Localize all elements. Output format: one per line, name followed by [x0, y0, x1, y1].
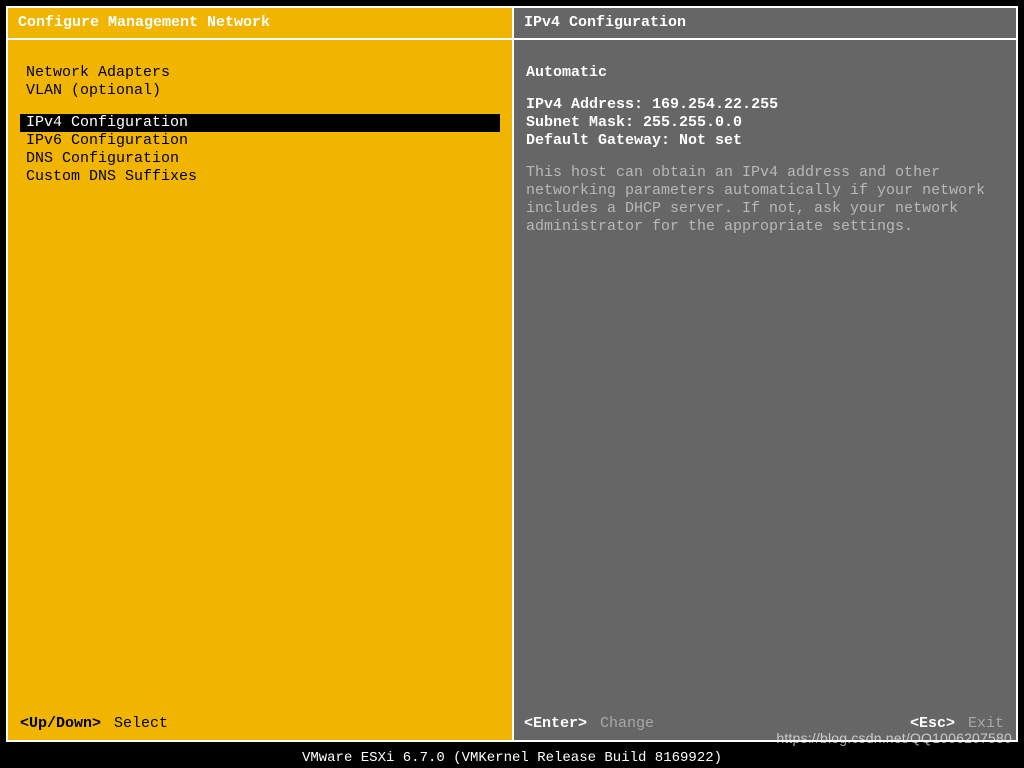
hint-action-select: Select	[114, 715, 168, 732]
ipv4-help-text: This host can obtain an IPv4 address and…	[526, 164, 996, 236]
left-title: Configure Management Network	[8, 8, 512, 40]
hint-action-exit: Exit	[968, 715, 1004, 732]
ipv4-address-row: IPv4 Address: 169.254.22.255	[526, 96, 1004, 114]
right-hint-row: <Enter> Change <Esc> Exit	[524, 715, 1004, 732]
right-body: Automatic IPv4 Address: 169.254.22.255 S…	[514, 40, 1016, 740]
hint-esc: <Esc> Exit	[910, 715, 1004, 732]
hint-key-updown: <Up/Down>	[20, 715, 101, 732]
left-hint: <Up/Down> Select	[20, 715, 168, 732]
menu-group-2: IPv4 Configuration IPv6 Configuration DN…	[20, 114, 500, 186]
gateway-label: Default Gateway:	[526, 132, 670, 149]
hint-enter: <Enter> Change	[524, 715, 654, 732]
ipv4-mode: Automatic	[526, 64, 1004, 82]
right-title: IPv4 Configuration	[514, 8, 1016, 40]
menu-ipv6-configuration[interactable]: IPv6 Configuration	[20, 132, 500, 150]
hint-key-enter: <Enter>	[524, 715, 587, 732]
menu-ipv4-configuration[interactable]: IPv4 Configuration	[20, 114, 500, 132]
subnet-mask-label: Subnet Mask:	[526, 114, 634, 131]
gateway-value: Not set	[679, 132, 742, 149]
dcui-frame: Configure Management Network Network Ada…	[6, 6, 1018, 742]
menu-dns-configuration[interactable]: DNS Configuration	[20, 150, 500, 168]
ipv4-address-value: 169.254.22.255	[652, 96, 778, 113]
subnet-mask-value: 255.255.0.0	[643, 114, 742, 131]
menu-vlan-optional[interactable]: VLAN (optional)	[20, 82, 500, 100]
hint-key-esc: <Esc>	[910, 715, 955, 732]
left-body: Network Adapters VLAN (optional) IPv4 Co…	[8, 40, 512, 740]
ipv4-address-label: IPv4 Address:	[526, 96, 643, 113]
hint-action-change: Change	[600, 715, 654, 732]
gateway-row: Default Gateway: Not set	[526, 132, 1004, 150]
menu-custom-dns-suffixes[interactable]: Custom DNS Suffixes	[20, 168, 500, 186]
right-pane: IPv4 Configuration Automatic IPv4 Addres…	[514, 8, 1016, 740]
bottom-status-bar: VMware ESXi 6.7.0 (VMKernel Release Buil…	[0, 748, 1024, 768]
left-pane: Configure Management Network Network Ada…	[8, 8, 514, 740]
menu-network-adapters[interactable]: Network Adapters	[20, 64, 500, 82]
subnet-mask-row: Subnet Mask: 255.255.0.0	[526, 114, 1004, 132]
menu-group-1: Network Adapters VLAN (optional)	[20, 64, 500, 100]
